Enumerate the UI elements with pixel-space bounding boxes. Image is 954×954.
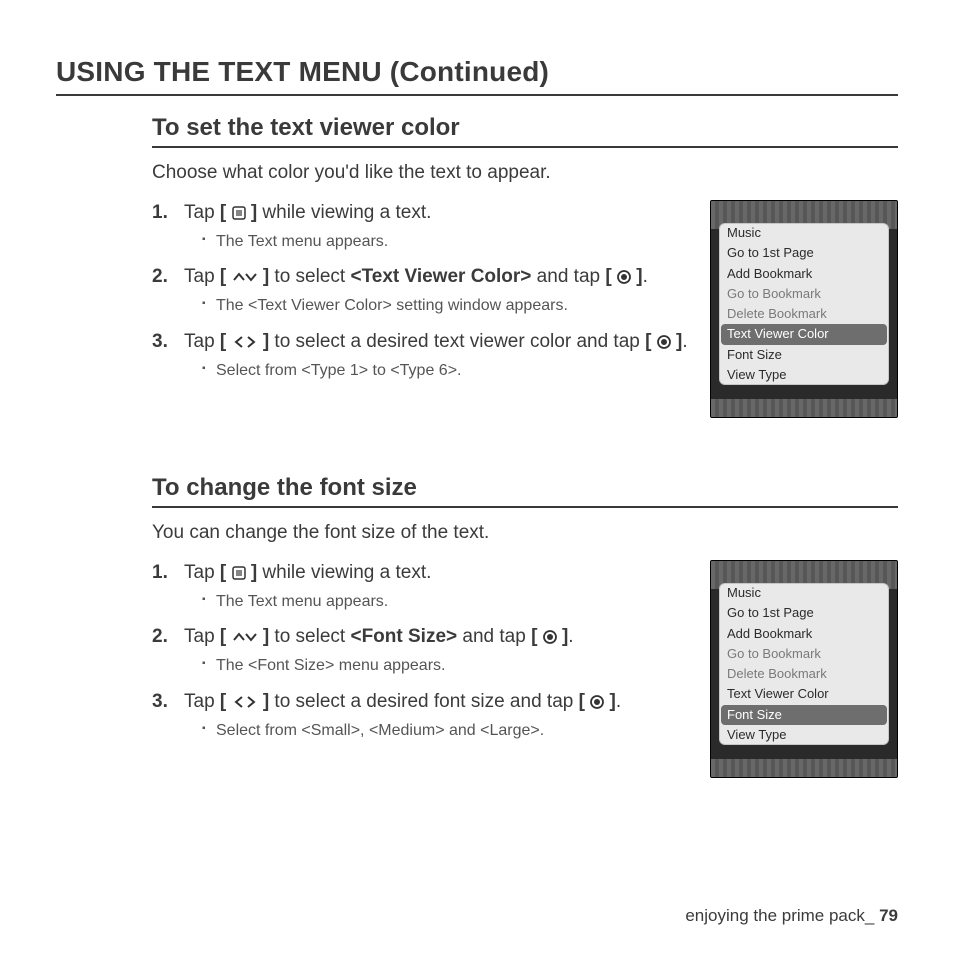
chevron-up-down-icon — [232, 630, 258, 644]
section-intro: You can change the font size of the text… — [152, 522, 898, 544]
device-menu-item: Text Viewer Color — [719, 684, 889, 704]
step-item: Tap [ ] to select a desired text viewer … — [152, 329, 690, 381]
step-text: Tap — [184, 266, 220, 287]
step-text: to select a desired text viewer color an… — [269, 331, 645, 352]
step-item: Tap [ ] to select a desired font size an… — [152, 689, 690, 741]
device-screenshot: Music Go to 1st Page Add Bookmark Go to … — [710, 200, 898, 418]
device-wallpaper — [711, 399, 897, 417]
step-text: . — [616, 691, 621, 712]
device-screenshot: Music Go to 1st Page Add Bookmark Go to … — [710, 560, 898, 778]
title-rule — [56, 94, 898, 96]
steps-list: Tap [ ] while viewing a text. The Text m… — [152, 200, 690, 381]
step-sub: The Text menu appears. — [202, 592, 690, 613]
select-target-icon — [617, 270, 631, 284]
select-target-icon — [657, 335, 671, 349]
step-text: and tap — [531, 266, 605, 287]
device-menu-item: Music — [719, 223, 889, 243]
step-text: Tap — [184, 202, 220, 223]
step-text: while viewing a text. — [257, 202, 431, 223]
step-text: and tap — [457, 626, 531, 647]
chevron-up-down-icon — [232, 270, 258, 284]
device-menu-item-selected: Text Viewer Color — [721, 324, 887, 344]
device-menu-item-selected: Font Size — [721, 705, 887, 725]
section-rule — [152, 506, 898, 508]
steps-list: Tap [ ] while viewing a text. The Text m… — [152, 560, 690, 741]
device-menu-item: Delete Bookmark — [719, 304, 889, 324]
device-menu-item: Font Size — [719, 345, 889, 365]
step-text: Tap — [184, 691, 220, 712]
step-item: Tap [ ] while viewing a text. The Text m… — [152, 200, 690, 252]
step-text: . — [568, 626, 573, 647]
step-text: to select — [269, 266, 350, 287]
step-sub: The <Text Viewer Color> setting window a… — [202, 296, 690, 317]
step-sub: The <Font Size> menu appears. — [202, 656, 690, 677]
section-intro: Choose what color you'd like the text to… — [152, 162, 898, 184]
chevron-left-right-icon — [232, 695, 258, 709]
device-menu-item: Add Bookmark — [719, 624, 889, 644]
step-text: Tap — [184, 626, 220, 647]
device-menu-item: View Type — [719, 725, 889, 745]
section-heading: To set the text viewer color — [152, 114, 898, 142]
page-footer: enjoying the prime pack_ 79 — [685, 906, 898, 926]
step-sub: Select from <Small>, <Medium> and <Large… — [202, 721, 690, 742]
menu-icon — [232, 566, 246, 580]
device-menu-item: Go to 1st Page — [719, 243, 889, 263]
step-text: to select a desired font size and tap — [269, 691, 578, 712]
page-number: 79 — [879, 906, 898, 925]
section-font-size: To change the font size You can change t… — [152, 474, 898, 778]
device-menu-item: Delete Bookmark — [719, 664, 889, 684]
step-text: . — [643, 266, 648, 287]
step-bold: <Font Size> — [350, 626, 457, 647]
page-title: USING THE TEXT MENU (Continued) — [56, 56, 898, 88]
device-menu-item: Go to Bookmark — [719, 284, 889, 304]
select-target-icon — [590, 695, 604, 709]
step-item: Tap [ ] while viewing a text. The Text m… — [152, 560, 690, 612]
step-sub: The Text menu appears. — [202, 232, 690, 253]
device-menu: Music Go to 1st Page Add Bookmark Go to … — [719, 223, 889, 385]
section-text-viewer-color: To set the text viewer color Choose what… — [152, 114, 898, 418]
device-menu-item: Go to 1st Page — [719, 603, 889, 623]
device-menu: Music Go to 1st Page Add Bookmark Go to … — [719, 583, 889, 745]
step-text: Tap — [184, 331, 220, 352]
step-bold: <Text Viewer Color> — [350, 266, 531, 287]
section-rule — [152, 146, 898, 148]
step-item: Tap [ ] to select <Text Viewer Color> an… — [152, 264, 690, 316]
device-menu-item: Music — [719, 583, 889, 603]
step-sub: Select from <Type 1> to <Type 6>. — [202, 361, 690, 382]
footer-text: enjoying the prime pack_ — [685, 906, 879, 925]
step-text: to select — [269, 626, 350, 647]
step-text: while viewing a text. — [257, 562, 431, 583]
device-menu-item: View Type — [719, 365, 889, 385]
menu-icon — [232, 206, 246, 220]
section-heading: To change the font size — [152, 474, 898, 502]
step-text: Tap — [184, 562, 220, 583]
device-wallpaper — [711, 759, 897, 777]
step-text: . — [682, 331, 687, 352]
chevron-left-right-icon — [232, 335, 258, 349]
step-item: Tap [ ] to select <Font Size> and tap [ … — [152, 624, 690, 676]
device-menu-item: Add Bookmark — [719, 264, 889, 284]
select-target-icon — [543, 630, 557, 644]
device-menu-item: Go to Bookmark — [719, 644, 889, 664]
